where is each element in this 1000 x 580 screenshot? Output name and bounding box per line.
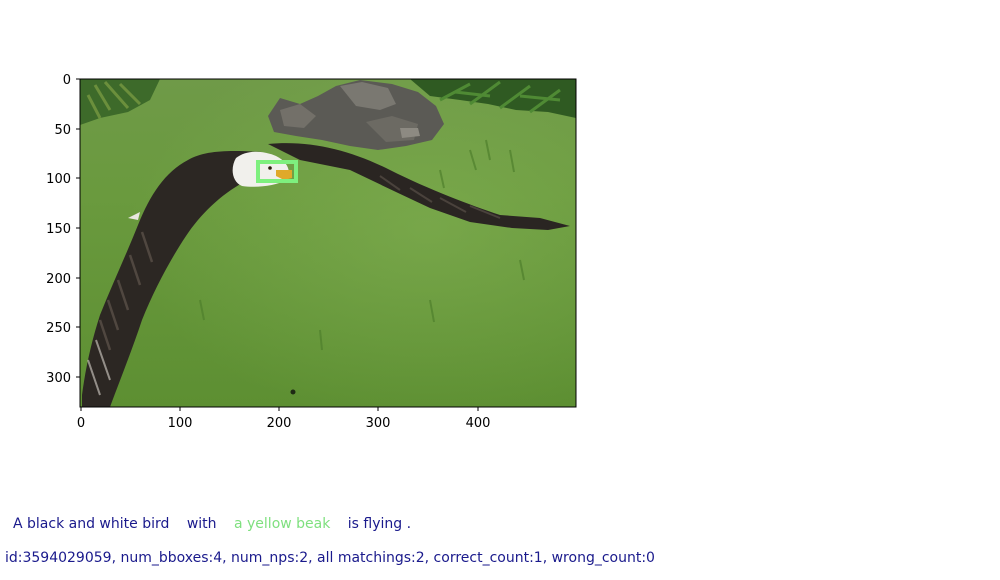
x-tick-label: 400 <box>466 416 491 431</box>
y-tick-label: 0 <box>63 73 71 88</box>
caption-phrase: is flying . <box>347 516 412 532</box>
caption: A black and white bird with a yellow bea… <box>13 516 424 532</box>
y-tick-label: 150 <box>46 222 71 237</box>
info-line: id:3594029059, num_bboxes:4, num_nps:2, … <box>5 550 655 566</box>
y-tick-label: 50 <box>54 123 71 138</box>
y-tick-label: 250 <box>46 321 71 336</box>
y-tick-label: 300 <box>46 371 71 386</box>
caption-phrase: A black and white bird <box>13 516 170 532</box>
x-tick-label: 100 <box>168 416 193 431</box>
y-axis: 0 50 100 150 200 250 300 <box>46 73 80 386</box>
x-tick-label: 300 <box>366 416 391 431</box>
y-tick-label: 200 <box>46 272 71 287</box>
photo <box>80 79 576 407</box>
x-tick-label: 0 <box>77 416 85 431</box>
caption-highlighted-phrase: a yellow beak <box>233 516 331 532</box>
y-tick-label: 100 <box>46 172 71 187</box>
x-tick-label: 200 <box>267 416 292 431</box>
x-axis: 0 100 200 300 400 <box>77 407 491 431</box>
caption-phrase: with <box>186 516 217 532</box>
figure: 0 50 100 150 200 250 300 0 100 200 300 4… <box>46 73 577 431</box>
